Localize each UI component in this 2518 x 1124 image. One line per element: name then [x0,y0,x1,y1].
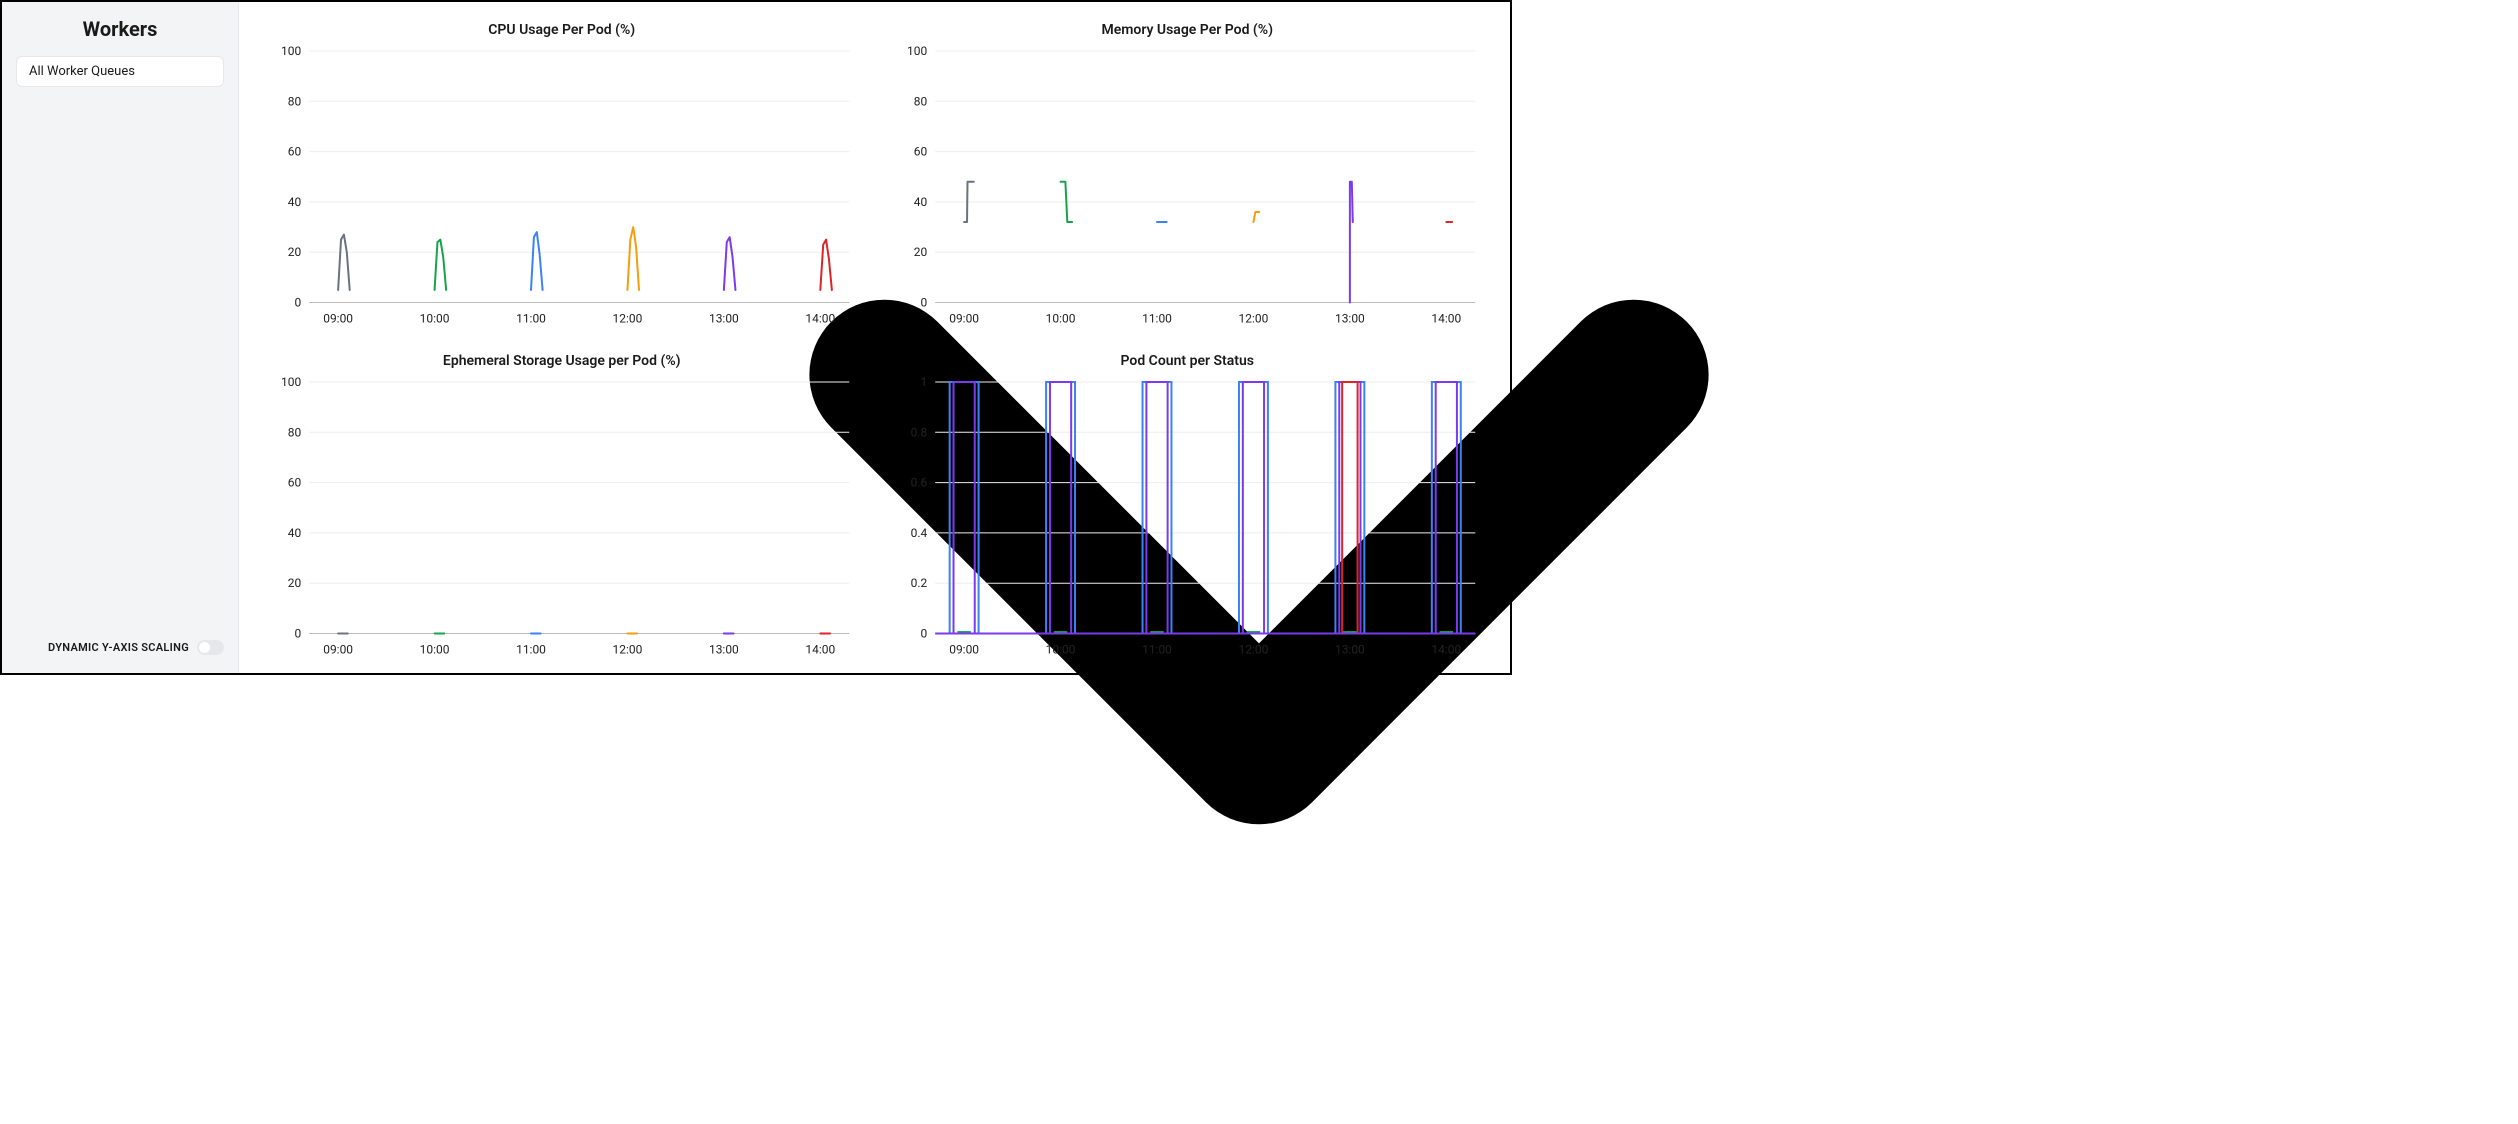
svg-text:09:00: 09:00 [949,642,979,656]
svg-text:100: 100 [281,377,301,389]
svg-text:0: 0 [294,626,301,640]
svg-text:11:00: 11:00 [516,642,546,656]
svg-text:10:00: 10:00 [420,312,450,326]
svg-text:09:00: 09:00 [323,642,353,656]
chart-storage: Ephemeral Storage Usage per Pod (%) 0204… [259,353,865,664]
svg-text:12:00: 12:00 [613,642,643,656]
sidebar: Workers All Worker Queues DYNAMIC Y-AXIS… [2,2,239,673]
svg-text:13:00: 13:00 [709,312,739,326]
chart-canvas: 0 20 40 60 80 100 09:00 10:00 11:00 12:00 13:00 14:… [259,46,865,333]
svg-text:10:00: 10:00 [1045,312,1075,326]
svg-text:0: 0 [920,296,927,310]
svg-text:10:00: 10:00 [420,642,450,656]
svg-text:60: 60 [288,145,302,159]
svg-text:12:00: 12:00 [1238,642,1268,656]
svg-text:13:00: 13:00 [709,642,739,656]
svg-text:40: 40 [288,195,302,209]
svg-text:80: 80 [288,94,302,108]
svg-text:0: 0 [920,626,927,640]
svg-text:12:00: 12:00 [613,312,643,326]
svg-text:14:00: 14:00 [805,312,835,326]
chart-pods: Pod Count per Status 00.20.40.60.8109:00… [885,353,1491,664]
svg-text:13:00: 13:00 [1334,642,1364,656]
svg-text:1: 1 [920,377,927,389]
svg-text:10:00: 10:00 [1045,642,1075,656]
svg-text:60: 60 [288,475,302,489]
svg-text:0.2: 0.2 [910,576,927,590]
svg-text:80: 80 [913,94,927,108]
chart-canvas: 0 20 40 60 80 100 09:00 10:00 11:00 12:00 13:00 14:… [885,46,1491,333]
chart-canvas: 0 0.2 0.4 0.6 0.8 1 09:00 10:00 11:00 12:00 13:00 1… [885,377,1491,664]
svg-text:80: 80 [288,425,302,439]
svg-text:14:00: 14:00 [1431,642,1461,656]
worker-queue-dropdown[interactable]: All Worker Queues [16,56,224,87]
svg-text:0.6: 0.6 [910,475,927,489]
svg-text:60: 60 [913,145,927,159]
svg-text:40: 40 [288,525,302,539]
chart-mem: Memory Usage Per Pod (%) 02040608010009:… [885,22,1491,333]
svg-text:13:00: 13:00 [1334,312,1364,326]
svg-text:20: 20 [288,245,302,259]
svg-text:0.4: 0.4 [910,525,927,539]
svg-text:100: 100 [907,46,927,58]
svg-text:11:00: 11:00 [516,312,546,326]
svg-text:11:00: 11:00 [1142,312,1172,326]
chart-canvas: 0 20 40 60 80 100 09:00 10:00 11:00 12:00 13:00 14:… [259,377,865,664]
svg-text:20: 20 [913,245,927,259]
svg-text:0.8: 0.8 [910,425,927,439]
svg-text:14:00: 14:00 [1431,312,1461,326]
svg-text:20: 20 [288,576,302,590]
svg-text:40: 40 [913,195,927,209]
svg-text:100: 100 [281,46,301,58]
svg-text:11:00: 11:00 [1142,642,1172,656]
chart-cpu: CPU Usage Per Pod (%) 02040608010009:001… [259,22,865,333]
svg-text:12:00: 12:00 [1238,312,1268,326]
svg-text:0: 0 [294,296,301,310]
svg-text:09:00: 09:00 [949,312,979,326]
svg-text:14:00: 14:00 [805,642,835,656]
svg-text:09:00: 09:00 [323,312,353,326]
y-scaling-toggle[interactable] [197,640,224,655]
